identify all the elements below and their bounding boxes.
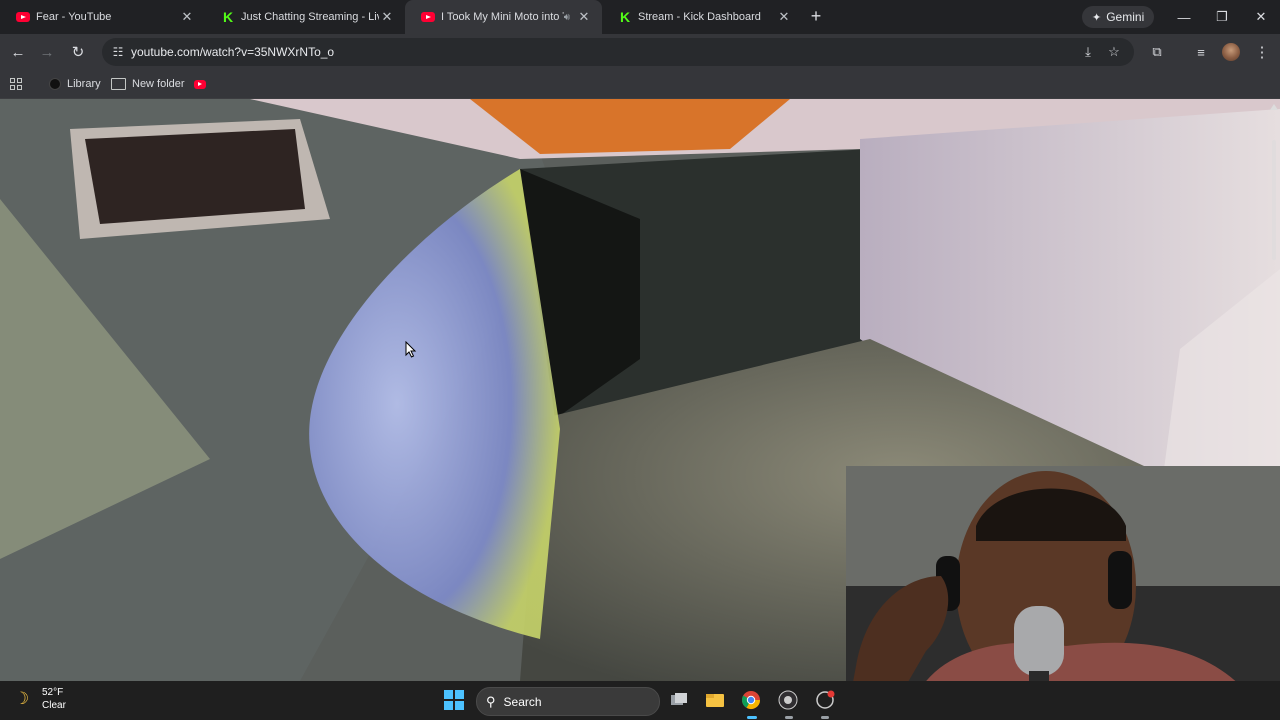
window-close-button[interactable]: ✕	[1242, 0, 1280, 34]
media-control-icon[interactable]: ≡	[1191, 42, 1211, 62]
close-icon[interactable]: ✕	[379, 9, 395, 25]
speaker-icon[interactable]: 🔊︎	[564, 12, 570, 23]
reload-button[interactable]: ↻	[68, 42, 88, 62]
tab-strip: Fear - YouTube ✕ K Just Chatting Streami…	[0, 0, 1280, 34]
forward-button[interactable]: →	[37, 42, 57, 62]
address-bar[interactable]: ☷ youtube.com/watch?v=35NWXrNTo_o ⤓ ☆	[102, 38, 1134, 66]
tab-title: I Took My Mini Moto into The Tunnels	[441, 11, 564, 23]
kick-favicon: K	[619, 9, 631, 25]
install-app-icon[interactable]: ⤓	[1080, 44, 1096, 60]
gemini-sparkle-icon: ✦	[1092, 11, 1102, 24]
restore-button[interactable]: ❐	[1203, 0, 1241, 34]
windows-logo-icon	[444, 690, 464, 710]
back-button[interactable]: ←	[8, 42, 28, 62]
weather-temp: 52°F	[42, 687, 64, 698]
page-scrollbar[interactable]	[1270, 100, 1278, 680]
weather-condition: Clear	[42, 700, 66, 711]
new-tab-button[interactable]: +	[806, 6, 826, 26]
bookmark-library[interactable]: Library	[49, 76, 101, 92]
profile-avatar[interactable]	[1222, 43, 1240, 61]
app-running-indicator	[821, 716, 829, 719]
chrome-running-indicator	[747, 716, 757, 719]
site-info-icon[interactable]: ☷	[110, 44, 126, 60]
webcam-overlay	[846, 466, 1280, 681]
minimize-button[interactable]: —	[1165, 0, 1203, 34]
gemini-button[interactable]: ✦ Gemini	[1082, 6, 1155, 28]
kick-favicon: K	[222, 9, 234, 25]
tab-mini-moto-video[interactable]: I Took My Mini Moto into The Tunnels 🔊︎ …	[405, 0, 602, 34]
close-icon[interactable]: ✕	[776, 9, 792, 25]
url-text[interactable]: youtube.com/watch?v=35NWXrNTo_o	[131, 45, 334, 59]
tab-fear-youtube[interactable]: Fear - YouTube ✕	[0, 0, 205, 34]
gemini-label: Gemini	[1106, 10, 1145, 24]
video-player[interactable]	[0, 99, 1280, 681]
tab-title: Just Chatting Streaming - Live Streams o…	[241, 11, 379, 23]
apps-grid-icon[interactable]	[10, 78, 22, 90]
youtube-favicon	[421, 12, 435, 22]
chrome-icon[interactable]	[739, 688, 763, 712]
library-icon	[49, 78, 61, 90]
bookmark-new-folder[interactable]: New folder	[111, 76, 185, 92]
windows-taskbar: ☽ 52°F Clear ⚲ Search	[0, 681, 1280, 720]
obs-running-indicator	[785, 716, 793, 719]
search-icon: ⚲	[486, 693, 496, 709]
tab-kick-just-chatting[interactable]: K Just Chatting Streaming - Live Streams…	[205, 0, 405, 34]
mouse-pointer-icon	[405, 341, 417, 358]
tab-search-icon[interactable]: ⧉	[1147, 42, 1167, 62]
task-view-icon[interactable]	[667, 688, 691, 712]
youtube-favicon	[16, 12, 30, 22]
tab-title: Stream - Kick Dashboard	[638, 11, 761, 23]
scroll-up-arrow-icon[interactable]	[1270, 104, 1278, 110]
weather-widget[interactable]: ☽ 52°F Clear	[14, 686, 66, 712]
youtube-bookmark-icon	[194, 79, 206, 89]
bookmark-label: Library	[67, 78, 101, 90]
menu-kebab-icon[interactable]: ⋮	[1252, 42, 1272, 62]
moon-icon: ☽	[14, 689, 30, 708]
bookmarks-bar: Library New folder	[0, 70, 1280, 99]
start-button[interactable]	[442, 688, 466, 712]
scrollbar-thumb[interactable]	[1272, 140, 1276, 260]
bookmark-label: New folder	[132, 78, 185, 90]
search-label: Search	[503, 694, 542, 709]
obs-icon[interactable]	[776, 688, 800, 712]
close-icon[interactable]: ✕	[179, 9, 195, 25]
tab-kick-dashboard[interactable]: K Stream - Kick Dashboard ✕	[602, 0, 802, 34]
app-recording-icon[interactable]	[813, 688, 837, 712]
folder-icon	[111, 78, 126, 90]
close-icon[interactable]: ✕	[576, 9, 592, 25]
bookmark-youtube[interactable]	[194, 76, 206, 92]
file-explorer-icon[interactable]	[703, 688, 727, 712]
browser-toolbar: ← → ↻ ☷ youtube.com/watch?v=35NWXrNTo_o …	[0, 34, 1280, 70]
bookmark-star-icon[interactable]: ☆	[1106, 44, 1122, 60]
tab-title: Fear - YouTube	[36, 11, 112, 23]
taskbar-search[interactable]: ⚲ Search	[476, 687, 660, 716]
